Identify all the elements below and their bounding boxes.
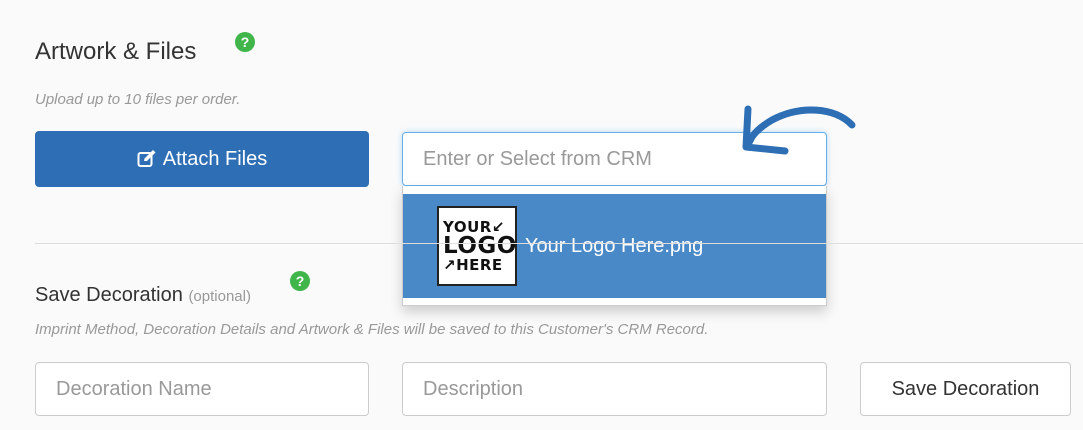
edit-icon bbox=[137, 149, 157, 169]
save-decoration-button[interactable]: Save Decoration bbox=[860, 362, 1071, 416]
dropdown-item-your-logo[interactable]: YOUR↙ LOGO ↗HERE Your Logo Here.png bbox=[403, 194, 826, 298]
optional-label: (optional) bbox=[188, 288, 251, 305]
logo-line-2: LOGO bbox=[443, 232, 517, 259]
crm-dropdown: YOUR↙ LOGO ↗HERE Your Logo Here.png bbox=[402, 186, 827, 306]
section-divider bbox=[35, 243, 1083, 244]
save-decoration-heading: Save Decoration bbox=[35, 284, 183, 306]
attach-files-label: Attach Files bbox=[162, 147, 268, 170]
attach-files-button[interactable]: Attach Files bbox=[35, 131, 369, 187]
artwork-files-title: Artwork & Files bbox=[35, 38, 197, 65]
logo-thumbnail: YOUR↙ LOGO ↗HERE bbox=[437, 206, 517, 286]
upload-hint: Upload up to 10 files per order. bbox=[35, 91, 241, 108]
curved-arrow-icon bbox=[742, 105, 856, 155]
description-input[interactable] bbox=[402, 362, 827, 416]
crm-record-hint: Imprint Method, Decoration Details and A… bbox=[35, 321, 709, 338]
help-icon[interactable]: ? bbox=[290, 271, 310, 291]
help-icon[interactable]: ? bbox=[235, 32, 255, 52]
save-decoration-title: Save Decoration (optional) bbox=[35, 284, 251, 307]
decoration-name-input[interactable] bbox=[35, 362, 369, 416]
logo-line-3: HERE bbox=[456, 255, 503, 274]
dropdown-item-file-name: Your Logo Here.png bbox=[525, 234, 704, 257]
